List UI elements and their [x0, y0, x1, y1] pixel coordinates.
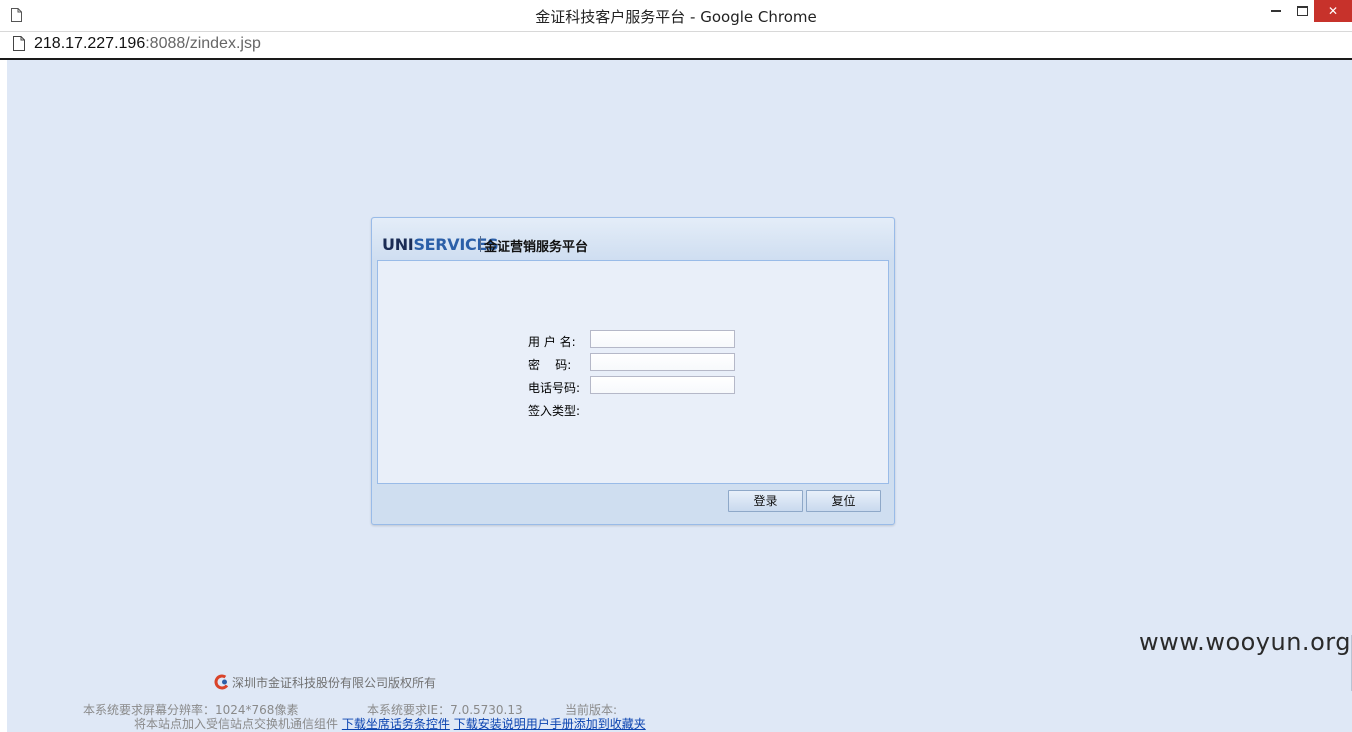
phone-label: 电话号码:	[528, 381, 581, 395]
close-icon: ✕	[1327, 4, 1339, 18]
minimize-button[interactable]	[1262, 0, 1290, 22]
window-title: 金证科技客户服务平台 - Google Chrome	[535, 8, 817, 26]
login-panel-header: UNISERVICES 金证营销服务平台	[372, 218, 894, 260]
login-panel: UNISERVICES 金证营销服务平台 用 户 名: 密 码: 电话号码: 签…	[371, 217, 895, 525]
maximize-icon	[1296, 5, 1308, 16]
reset-button[interactable]: 复位	[806, 490, 881, 512]
url-host: 218.17.227.196	[34, 35, 146, 52]
password-input[interactable]	[590, 353, 735, 371]
copyright: 深圳市金证科技股份有限公司版权所有	[214, 674, 436, 693]
left-edge	[0, 60, 7, 732]
login-button[interactable]: 登录	[728, 490, 803, 512]
url-path: :8088/zindex.jsp	[145, 35, 261, 52]
minimize-icon	[1271, 9, 1281, 12]
close-button[interactable]: ✕	[1314, 0, 1352, 22]
maximize-button[interactable]	[1288, 0, 1316, 22]
trusted-sites-text: 将本站点加入受信站点交换机通信组件	[134, 717, 339, 731]
company-logo-icon	[214, 674, 230, 693]
address-bar[interactable]: 218.17.227.196:8088/zindex.jsp	[0, 32, 1352, 60]
download-control-link[interactable]: 下载坐席话务条控件	[342, 717, 450, 731]
title-bar: 金证科技客户服务平台 - Google Chrome ✕	[0, 0, 1352, 32]
url-text[interactable]: 218.17.227.196:8088/zindex.jsp	[34, 35, 261, 53]
password-label: 密 码:	[528, 358, 572, 372]
phone-input[interactable]	[590, 376, 735, 394]
download-manual-link[interactable]: 下载安装说明用户手册	[454, 717, 574, 731]
copyright-text: 深圳市金证科技股份有限公司版权所有	[232, 676, 437, 690]
footer-links: 将本站点加入受信站点交换机通信组件 下载坐席话务条控件 下载安装说明用户手册添加…	[134, 715, 646, 732]
username-input[interactable]	[590, 330, 735, 348]
login-form: 用 户 名: 密 码: 电话号码: 签入类型:	[377, 260, 889, 484]
page-icon	[13, 36, 25, 55]
logo-divider	[480, 236, 481, 252]
signin-type-label: 签入类型:	[528, 404, 581, 418]
username-label: 用 户 名:	[528, 335, 576, 349]
add-favorite-link[interactable]: 添加到收藏夹	[574, 717, 646, 731]
platform-name: 金证营销服务平台	[484, 240, 589, 255]
watermark: www.wooyun.org	[1139, 628, 1351, 656]
